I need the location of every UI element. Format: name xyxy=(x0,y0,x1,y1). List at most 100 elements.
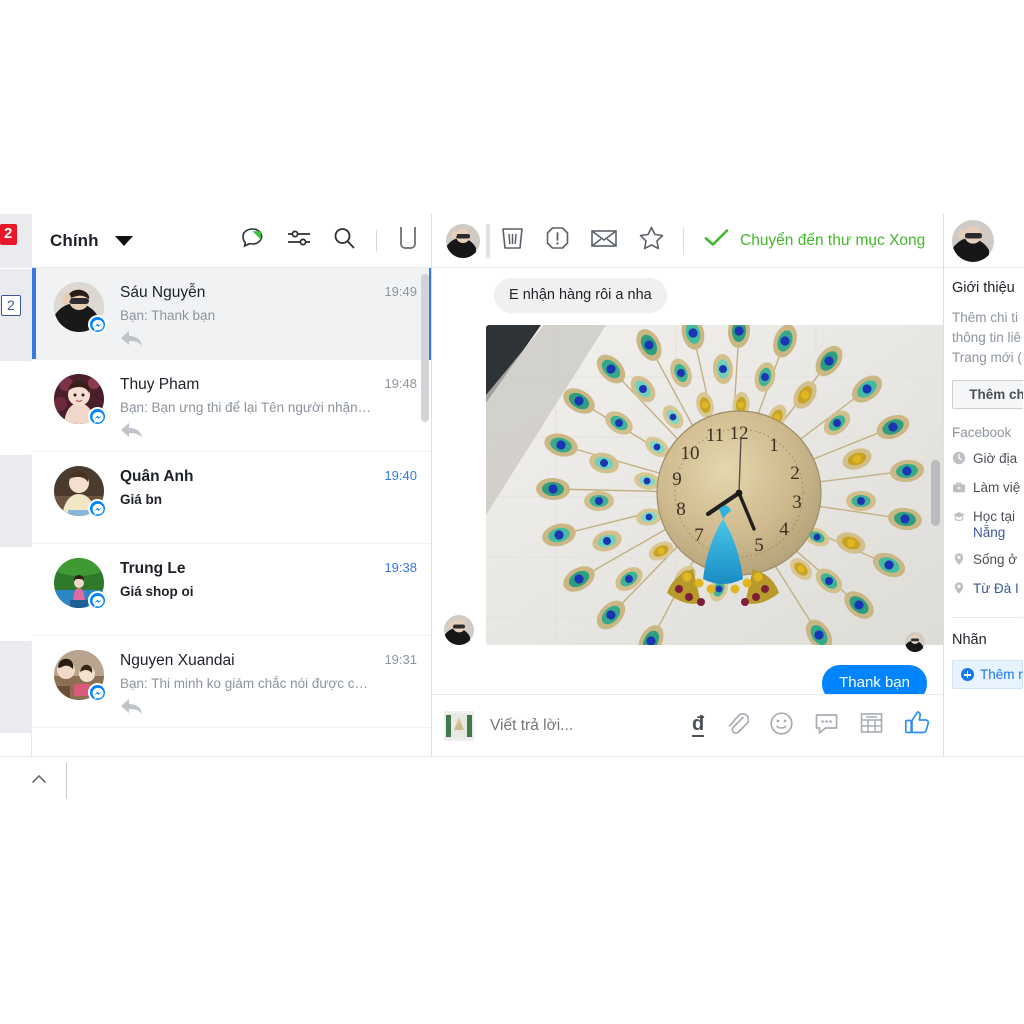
list-item[interactable]: Nguyen Xuandai Bạn: Thi minh ko giám chắ… xyxy=(32,636,431,728)
info-row-text: Làm việ xyxy=(973,480,1021,495)
currency-dong-icon[interactable]: đ xyxy=(692,714,705,737)
replied-arrow-icon xyxy=(120,422,384,443)
add-details-button[interactable]: Thêm ch xyxy=(952,380,1023,409)
photo-message-row: 12 1 2 3 4 5 6 7 8 9 xyxy=(432,325,943,645)
chevron-up-icon[interactable] xyxy=(31,771,47,787)
messenger-channel-icon xyxy=(88,499,107,518)
unread-count-badge[interactable]: 2 xyxy=(0,224,18,245)
attachment-paperclip-icon[interactable] xyxy=(724,711,750,741)
message-composer: đ xyxy=(432,694,943,756)
folder-title: Chính xyxy=(50,230,99,250)
timestamp: 19:40 xyxy=(384,468,417,483)
list-item-body: Thuy Pham Bạn: Bạn ưng thi để lại Tên ng… xyxy=(120,374,384,438)
conversation-list-scrollbar[interactable] xyxy=(421,274,429,422)
conversation-list-panel: Chính Sáu Nguyễn Bạn: Thank bạn 19:49 Th… xyxy=(32,214,432,756)
add-label-text: Thêm n xyxy=(980,667,1023,682)
mark-spam-icon[interactable] xyxy=(545,225,570,256)
avatar xyxy=(54,650,107,702)
message-thread[interactable]: E nhận hàng rôi a nha 12 1 2 3 4 5 7 8 9… xyxy=(432,268,943,694)
selected-count-badge[interactable]: 2 xyxy=(1,295,21,316)
reply-input[interactable] xyxy=(488,715,692,736)
messenger-channel-icon xyxy=(88,315,107,334)
emoji-smiley-icon[interactable] xyxy=(769,711,794,741)
avatar xyxy=(446,223,480,258)
list-item-body: Quân Anh Giá bn xyxy=(120,466,384,529)
peacock-clock-photo[interactable]: 12 1 2 3 4 5 6 7 8 9 xyxy=(486,325,943,645)
svg-text:9: 9 xyxy=(672,469,682,490)
rail-cell-2 xyxy=(0,362,32,454)
search-icon[interactable] xyxy=(332,226,356,255)
contact-name: Thuy Pham xyxy=(120,376,200,393)
svg-text:3: 3 xyxy=(792,492,802,513)
chevron-down-icon[interactable] xyxy=(114,235,133,246)
labels-section: Nhãn Thêm n xyxy=(952,617,1023,689)
conversation-toolbar: Chuyển đến thư mục Xong xyxy=(432,214,943,268)
messenger-channel-icon xyxy=(88,407,107,426)
contact-name: Nguyen Xuandai xyxy=(120,652,235,669)
move-to-done-button[interactable]: Chuyển đến thư mục Xong xyxy=(704,228,925,253)
saved-reply-icon[interactable] xyxy=(814,711,839,741)
location-pin-outline-icon xyxy=(952,581,966,599)
outgoing-message-bubble: Thank bạn xyxy=(822,665,927,694)
avatar xyxy=(54,558,107,610)
about-line-1: Thêm chi ti xyxy=(952,310,1019,325)
info-row-local-time: Giờ địa xyxy=(952,451,1023,469)
thumbs-up-icon[interactable] xyxy=(904,710,931,741)
follow-star-icon[interactable] xyxy=(638,225,665,256)
message-preview: Bạn: Thank bạn xyxy=(120,308,216,323)
list-item[interactable]: Sáu Nguyễn Bạn: Thank bạn 19:49 xyxy=(32,268,431,360)
about-line-3: Trang mới ( xyxy=(952,350,1022,365)
chat-status-icon[interactable] xyxy=(240,226,266,255)
attachment-preview-thumb[interactable] xyxy=(444,710,474,741)
about-line-2: thông tin liê xyxy=(952,330,1022,345)
svg-text:10: 10 xyxy=(681,443,700,464)
selection-indicator xyxy=(429,268,431,360)
plus-circle-icon xyxy=(961,668,974,681)
svg-text:11: 11 xyxy=(706,425,724,446)
messenger-channel-icon xyxy=(88,591,107,610)
bookmark-icon[interactable] xyxy=(397,226,419,255)
add-label-button[interactable]: Thêm n xyxy=(952,660,1023,689)
read-receipt-avatar xyxy=(905,632,925,652)
info-row-text: Sống ở xyxy=(973,552,1018,567)
bottom-bar xyxy=(0,756,1024,808)
timestamp: 19:38 xyxy=(384,560,417,575)
filter-sliders-icon[interactable] xyxy=(286,227,312,254)
list-item-body: Nguyen Xuandai Bạn: Thi minh ko giám chắ… xyxy=(120,650,384,714)
svg-text:4: 4 xyxy=(779,519,789,540)
timestamp: 19:48 xyxy=(384,376,417,391)
message-preview: Bạn: Bạn ưng thi để lại Tên người nhận… xyxy=(120,400,372,415)
conversation-list-scroll[interactable]: Sáu Nguyễn Bạn: Thank bạn 19:49 Thuy Pha… xyxy=(32,268,431,756)
info-panel-body: Giới thiệu Thêm chi ti thông tin liê Tra… xyxy=(944,268,1023,689)
svg-text:12: 12 xyxy=(730,423,749,444)
avatar xyxy=(444,615,474,645)
clock-icon xyxy=(952,451,966,469)
list-item[interactable]: Thuy Pham Bạn: Bạn ưng thi để lại Tên ng… xyxy=(32,360,431,452)
info-row-text[interactable]: Từ Đà I xyxy=(973,581,1019,597)
list-item-body: Trung Le Giá shop oi xyxy=(120,558,384,621)
grid-table-icon[interactable] xyxy=(859,711,884,740)
contact-name: Quân Anh xyxy=(120,468,194,485)
toolbar-divider-2 xyxy=(683,226,684,255)
list-item[interactable]: Trung Le Giá shop oi 19:38 xyxy=(32,544,431,636)
info-row-text-link[interactable]: Nẵng xyxy=(973,525,1005,540)
info-row-hometown: Từ Đà I xyxy=(952,581,1023,599)
contact-name: Sáu Nguyễn xyxy=(120,284,206,301)
delete-icon[interactable] xyxy=(500,225,525,256)
svg-text:7: 7 xyxy=(694,525,704,546)
message-preview: Bạn: Thi minh ko giám chắc nói được c… xyxy=(120,676,368,691)
list-header-actions xyxy=(240,226,423,255)
list-item[interactable]: Quân Anh Giá bn 19:40 xyxy=(32,452,431,544)
contact-info-panel: Giới thiệu Thêm chi ti thông tin liê Tra… xyxy=(944,214,1023,756)
conversation-panel: Chuyển đến thư mục Xong E nhận hàng rôi … xyxy=(432,214,944,756)
list-item-body: Sáu Nguyễn Bạn: Thank bạn xyxy=(120,282,384,346)
messenger-channel-icon xyxy=(88,683,107,702)
timestamp: 19:49 xyxy=(384,284,417,299)
rail-cell-5 xyxy=(0,641,32,733)
info-row-work: Làm việ xyxy=(952,480,1023,498)
incoming-message-bubble: E nhận hàng rôi a nha xyxy=(494,278,667,313)
thread-scrollbar[interactable] xyxy=(931,460,940,526)
mark-unread-icon[interactable] xyxy=(590,226,618,255)
outgoing-message-row: Thank bạn xyxy=(822,665,927,694)
screenshot-root: 2 2 Chính Sáu Nguyễn Bạn: Thank bạn 19:4… xyxy=(0,0,1024,1024)
